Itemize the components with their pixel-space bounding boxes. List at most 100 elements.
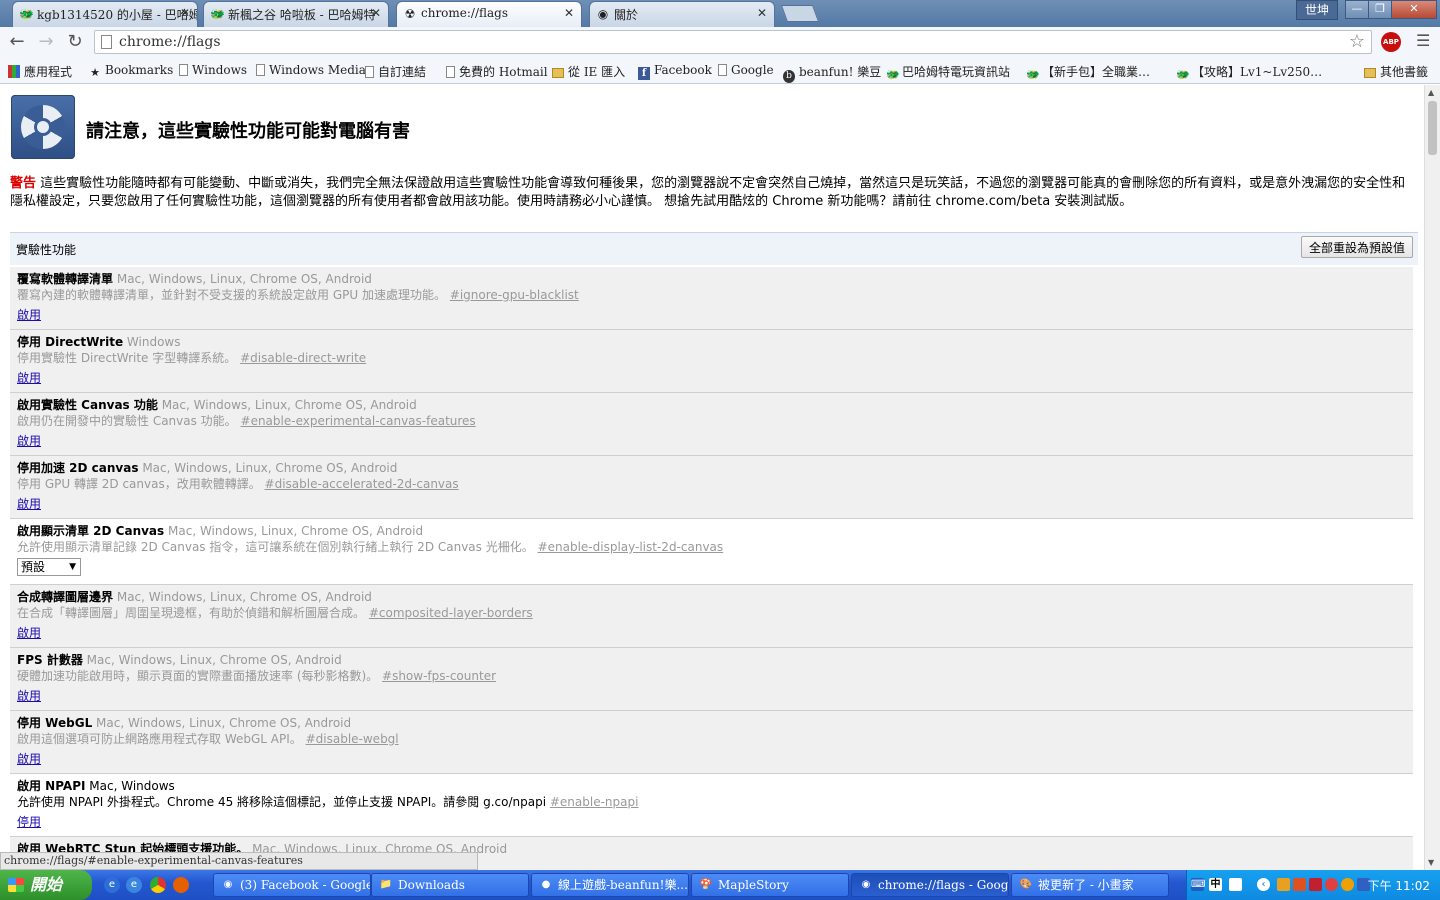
bookmark-star-icon[interactable]: ☆ xyxy=(1349,31,1365,52)
experiment-toggle-link[interactable]: 啟用 xyxy=(17,369,41,386)
experiment-flag-link[interactable]: #enable-npapi xyxy=(550,795,639,809)
experiment-flag-link[interactable]: #ignore-gpu-blacklist xyxy=(450,288,579,302)
experiment-toggle-link[interactable]: 啟用 xyxy=(17,624,41,641)
tray-app-icon[interactable] xyxy=(1341,878,1354,891)
ime-indicator[interactable]: 中 xyxy=(1209,878,1222,891)
chrome-icon[interactable] xyxy=(150,877,166,893)
scroll-down-icon[interactable]: ▼ xyxy=(1428,858,1434,867)
tray-app-icon[interactable] xyxy=(1325,878,1338,891)
forward-arrow-icon[interactable]: → xyxy=(35,31,57,53)
tray-app-icon[interactable] xyxy=(1293,878,1306,891)
vertical-scrollbar[interactable]: ▲ ▼ xyxy=(1424,85,1440,870)
address-bar[interactable]: chrome://flags ☆ xyxy=(94,30,1372,54)
experiment-row: 停用 WebGL Mac, Windows, Linux, Chrome OS,… xyxy=(10,711,1413,774)
experiment-flag-link[interactable]: #disable-webgl xyxy=(306,732,399,746)
experiment-toggle-link[interactable]: 啟用 xyxy=(17,750,41,767)
profile-badge[interactable]: 世坤 xyxy=(1296,0,1338,20)
experiment-toggle-link[interactable]: 啟用 xyxy=(17,306,41,323)
expand-tray-icon[interactable]: ‹ xyxy=(1257,878,1270,891)
experiments-header: 實驗性功能 全部重設為預設值 xyxy=(10,232,1418,265)
experiment-toggle-link[interactable]: 啟用 xyxy=(17,495,41,512)
page-icon xyxy=(256,64,265,76)
bookmark-beanfun[interactable]: b beanfun! 樂豆 xyxy=(783,63,881,83)
experiment-name: 覆寫軟體轉譯清單 xyxy=(17,272,114,286)
start-button[interactable]: 開始 xyxy=(0,870,92,900)
experiment-desc-line: 停用實驗性 DirectWrite 字型轉譯系統。 #disable-direc… xyxy=(17,350,1406,366)
taskbar-label: (3) Facebook - Google... xyxy=(240,878,371,892)
bookmark-other[interactable]: 其他書籤 xyxy=(1364,63,1428,80)
system-tray: ⌨ 中 ‹ 下午 11:02 xyxy=(1186,870,1440,900)
bookmark-label: 【新手包】全職業… xyxy=(1042,65,1151,79)
close-window-button[interactable]: ✕ xyxy=(1391,0,1437,19)
new-tab-button[interactable] xyxy=(780,5,820,22)
experiment-desc-line: 允許使用顯示清單記錄 2D Canvas 指令，這可讓系統在個別執行緒上執行 2… xyxy=(17,539,1406,555)
close-icon[interactable]: ✕ xyxy=(371,6,381,20)
keyboard-icon[interactable]: ⌨ xyxy=(1191,878,1205,891)
experiment-name: 停用 DirectWrite xyxy=(17,335,124,349)
back-arrow-icon[interactable]: ← xyxy=(6,31,28,53)
experiment-flag-link[interactable]: #disable-accelerated-2d-canvas xyxy=(265,477,459,491)
facebook-icon: f xyxy=(638,67,650,80)
tab-title: 關於 xyxy=(614,8,639,22)
experiment-flag-link[interactable]: #enable-experimental-canvas-features xyxy=(241,414,476,428)
page-icon xyxy=(718,64,727,76)
experiment-flag-link[interactable]: #composited-layer-borders xyxy=(369,606,533,620)
experiment-title-line: 啟用顯示清單 2D Canvas Mac, Windows, Linux, Ch… xyxy=(17,523,1406,539)
bookmark-label: 應用程式 xyxy=(24,65,73,79)
tab-3[interactable]: ☢ chrome://flags ✕ xyxy=(396,1,582,27)
experiment-flag-link[interactable]: #show-fps-counter xyxy=(382,669,496,683)
experiment-platforms: Mac, Windows, Linux, Chrome OS, Android xyxy=(168,524,424,538)
tab-1[interactable]: 🐲 kgb1314520 的小屋 - 巴哈姆 ✕ xyxy=(12,1,198,27)
bookmark-google[interactable]: Google xyxy=(718,63,774,77)
close-icon[interactable]: ✕ xyxy=(757,6,767,20)
bookmark-hotmail[interactable]: 免費的 Hotmail xyxy=(446,63,548,80)
hamburger-menu-icon[interactable]: ☰ xyxy=(1416,32,1432,50)
tray-app-icon[interactable] xyxy=(1277,878,1290,891)
firefox-icon[interactable] xyxy=(173,877,189,893)
minimize-button[interactable]: — xyxy=(1345,0,1369,19)
close-icon[interactable]: ✕ xyxy=(180,6,190,20)
experiment-flag-link[interactable]: #enable-display-list-2d-canvas xyxy=(538,540,724,554)
bookmark-bahamut[interactable]: 🐲 巴哈姆特電玩資訊站 xyxy=(886,63,1010,81)
close-icon[interactable]: ✕ xyxy=(564,6,574,20)
ie-alt-icon[interactable]: e xyxy=(126,877,142,893)
bookmark-apps[interactable]: 應用程式 xyxy=(8,63,72,80)
bookmark-custom-links[interactable]: 自訂連結 xyxy=(365,63,426,80)
beanfun-icon: b xyxy=(783,70,795,83)
bookmark-newbie-pack[interactable]: 🐲 【新手包】全職業… xyxy=(1026,63,1150,81)
scrollbar-thumb[interactable] xyxy=(1428,101,1437,155)
ime-mode-icon[interactable] xyxy=(1229,878,1242,891)
adblock-plus-icon[interactable]: ABP xyxy=(1381,32,1401,52)
experiment-flag-link[interactable]: #disable-direct-write xyxy=(240,351,366,365)
tab-2[interactable]: 🐲 新楓之谷 哈啦板 - 巴哈姆特 ✕ xyxy=(203,1,389,27)
ie-icon[interactable]: e xyxy=(104,877,120,893)
experiment-toggle-link[interactable]: 停用 xyxy=(17,813,41,830)
maximize-button[interactable]: ❐ xyxy=(1368,0,1392,19)
start-label: 開始 xyxy=(30,875,63,894)
experiment-title-line: FPS 計數器 Mac, Windows, Linux, Chrome OS, … xyxy=(17,652,1406,668)
scroll-up-icon[interactable]: ▲ xyxy=(1428,88,1434,97)
experiment-select[interactable]: 預設 ▼ xyxy=(17,558,81,576)
taskbar-item-active[interactable]: ◉ chrome://flags - Googl... xyxy=(851,873,1009,897)
tab-4[interactable]: ◉ 關於 ✕ xyxy=(589,1,775,27)
taskbar-item[interactable]: 🍄 MapleStory xyxy=(691,873,849,897)
taskbar-item[interactable]: 🎨 被更新了 - 小畫家 xyxy=(1011,873,1169,897)
experiment-toggle-link[interactable]: 啟用 xyxy=(17,432,41,449)
bookmark-ie-import[interactable]: 從 IE 匯入 xyxy=(552,63,625,80)
page-icon xyxy=(101,35,112,49)
experiment-description: 覆寫內建的軟體轉譯清單，並針對不受支援的系統設定啟用 GPU 加速處理功能。 xyxy=(17,288,446,302)
reset-all-button[interactable]: 全部重設為預設值 xyxy=(1300,236,1413,258)
experiment-toggle-link[interactable]: 啟用 xyxy=(17,687,41,704)
taskbar-item[interactable]: ◉ (3) Facebook - Google... xyxy=(213,873,371,897)
url-text[interactable]: chrome://flags xyxy=(119,34,221,50)
bookmark-windows[interactable]: Windows xyxy=(179,63,247,77)
bookmark-windows-media[interactable]: Windows Media xyxy=(256,63,366,77)
taskbar-item[interactable]: 📁 Downloads xyxy=(371,873,529,897)
bookmark-facebook[interactable]: f Facebook xyxy=(638,63,712,80)
reload-icon[interactable]: ↻ xyxy=(64,31,86,53)
experiment-row: 啟用實驗性 Canvas 功能 Mac, Windows, Linux, Chr… xyxy=(10,393,1413,456)
antivirus-icon[interactable] xyxy=(1309,878,1322,891)
taskbar-item[interactable]: ● 線上遊戲-beanfun!樂... xyxy=(531,873,689,897)
bookmark-bookmarks[interactable]: ★ Bookmarks xyxy=(89,63,173,79)
bookmark-guide[interactable]: 🐲 【攻略】Lv1~Lv250… xyxy=(1176,63,1322,81)
